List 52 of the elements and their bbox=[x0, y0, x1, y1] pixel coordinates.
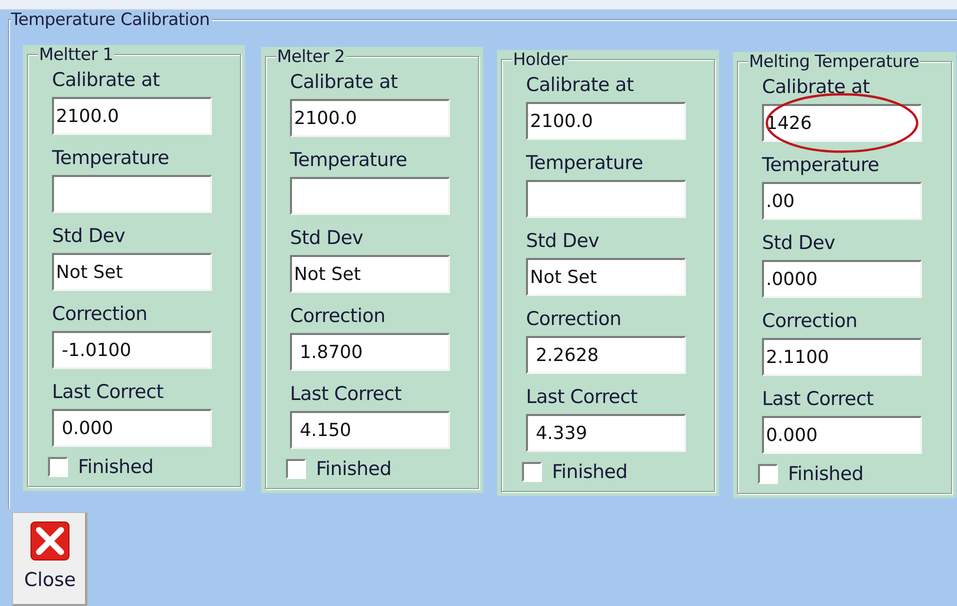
input-field[interactable]: Not Set bbox=[526, 258, 686, 296]
input-field[interactable]: 0.000 bbox=[52, 409, 212, 447]
field-label: Last Correct bbox=[52, 380, 164, 404]
input-field[interactable]: 0.000 bbox=[762, 416, 922, 454]
field-label: Temperature bbox=[762, 153, 880, 177]
input-field[interactable] bbox=[52, 175, 212, 213]
input-field[interactable]: 4.339 bbox=[526, 414, 686, 452]
field-label: Temperature bbox=[526, 151, 644, 175]
field-label: Calibrate at bbox=[762, 75, 870, 99]
input-field[interactable]: 2.2628 bbox=[526, 336, 686, 374]
checkbox[interactable] bbox=[286, 459, 306, 479]
checkbox[interactable] bbox=[522, 462, 542, 482]
field-label: Last Correct bbox=[762, 387, 874, 411]
checkbox-label[interactable]: Finished bbox=[316, 458, 392, 480]
field-label: Calibrate at bbox=[526, 73, 634, 97]
input-field[interactable]: .0000 bbox=[762, 260, 922, 298]
field-label: Correction bbox=[290, 304, 386, 328]
field-label: Correction bbox=[52, 302, 148, 326]
field-label: Std Dev bbox=[526, 229, 600, 253]
panel-title: Melting Temperature bbox=[748, 52, 920, 72]
input-field[interactable]: 1.8700 bbox=[290, 333, 450, 371]
field-label: Last Correct bbox=[290, 382, 402, 406]
input-field[interactable]: Not Set bbox=[290, 255, 450, 293]
field-label: Temperature bbox=[290, 148, 408, 172]
field-label: Calibrate at bbox=[290, 70, 398, 94]
group-title: Temperature Calibration bbox=[11, 10, 212, 30]
input-field[interactable]: .00 bbox=[762, 182, 922, 220]
field-label: Correction bbox=[526, 307, 622, 331]
close-button[interactable]: Close bbox=[12, 512, 88, 606]
checkbox[interactable] bbox=[758, 464, 778, 484]
input-field[interactable]: 2100.0 bbox=[52, 97, 212, 135]
field-label: Last Correct bbox=[526, 385, 638, 409]
field-label: Std Dev bbox=[762, 231, 836, 255]
input-field[interactable]: Not Set bbox=[52, 253, 212, 291]
input-field[interactable]: 2.1100 bbox=[762, 338, 922, 376]
input-field[interactable]: 4.150 bbox=[290, 411, 450, 449]
field-label: Std Dev bbox=[290, 226, 364, 250]
input-field[interactable]: 2100.0 bbox=[290, 99, 450, 137]
input-field[interactable] bbox=[290, 177, 450, 215]
input-field[interactable]: 2100.0 bbox=[526, 102, 686, 140]
close-icon bbox=[30, 521, 70, 562]
checkbox[interactable] bbox=[48, 457, 68, 477]
input-field[interactable]: 1426 bbox=[762, 104, 922, 142]
checkbox-label[interactable]: Finished bbox=[788, 463, 864, 485]
checkbox-label[interactable]: Finished bbox=[552, 461, 628, 483]
field-label: Calibrate at bbox=[52, 68, 160, 92]
field-label: Std Dev bbox=[52, 224, 126, 248]
checkbox-label[interactable]: Finished bbox=[78, 456, 154, 478]
input-field[interactable]: -1.0100 bbox=[52, 331, 212, 369]
field-label: Correction bbox=[762, 309, 858, 333]
input-field[interactable] bbox=[526, 180, 686, 218]
field-label: Temperature bbox=[52, 146, 170, 170]
